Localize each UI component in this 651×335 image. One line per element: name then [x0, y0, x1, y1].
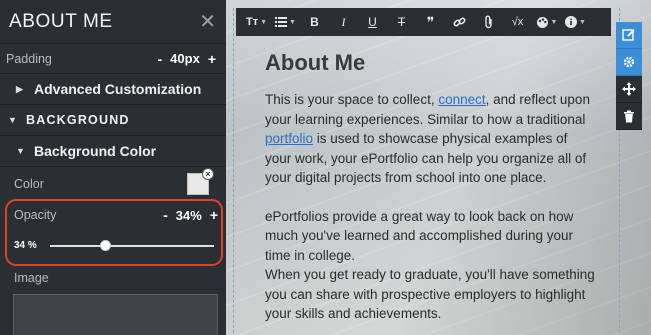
move-block-button[interactable] [616, 76, 642, 103]
edit-block-button[interactable] [616, 22, 642, 49]
underline-button[interactable]: U [358, 8, 387, 36]
bold-icon: B [310, 15, 319, 29]
chevron-down-icon: ▼ [260, 18, 268, 26]
panel-header: ABOUT ME ✕ [0, 0, 226, 44]
gear-icon [623, 56, 635, 68]
editor-canvas: Tт ▼ ▼ B I U T ❞ √x ▼ ▼ About Me This is … [226, 0, 651, 335]
underline-icon: U [368, 15, 377, 29]
paragraph-text: is used to showcase physical examples of… [265, 131, 587, 185]
info-icon [565, 16, 578, 28]
italic-icon: I [341, 14, 346, 29]
bold-button[interactable]: B [300, 8, 329, 36]
paragraph-reflection[interactable]: ePortfolios provide a great way to look … [265, 207, 595, 266]
color-label: Color [14, 177, 44, 191]
color-swatch[interactable]: × [187, 168, 214, 195]
formula-button[interactable]: √x [503, 8, 532, 36]
info-button[interactable]: ▼ [561, 8, 590, 36]
edit-icon [622, 29, 635, 41]
quote-icon: ❞ [426, 13, 435, 30]
image-dropzone[interactable] [13, 294, 218, 335]
chevron-down-icon: ▼ [579, 18, 586, 26]
opacity-decrease-button[interactable]: - [163, 207, 168, 223]
paragraph-text: This is your space to collect, [265, 92, 439, 107]
strikethrough-button[interactable]: T [387, 8, 416, 36]
opacity-row: Opacity - 34% + [14, 207, 218, 223]
list-button[interactable]: ▼ [271, 8, 300, 36]
strikethrough-icon: T [397, 15, 406, 29]
caret-right-icon: ▶ [16, 83, 23, 94]
text-size-button[interactable]: Tт ▼ [242, 8, 271, 36]
padding-increase-button[interactable]: + [208, 51, 216, 67]
opacity-slider-row: 34 % [14, 239, 214, 251]
paragraph-intro[interactable]: This is your space to collect, connect, … [265, 90, 595, 188]
text-block[interactable]: About Me This is your space to collect, … [265, 50, 595, 324]
clear-color-icon[interactable]: × [202, 168, 214, 180]
opacity-slider-label: 34 % [14, 240, 37, 251]
caret-down-icon: ▼ [16, 146, 25, 156]
delete-block-button[interactable] [616, 103, 642, 130]
trash-icon [624, 110, 634, 122]
background-color-section[interactable]: ▼ Background Color [0, 136, 226, 167]
opacity-slider[interactable] [50, 239, 214, 251]
padding-value[interactable]: 40px [170, 51, 200, 66]
background-section[interactable]: ▼ BACKGROUND [0, 105, 226, 136]
chevron-down-icon: ▼ [550, 18, 558, 26]
opacity-label: Opacity [14, 208, 57, 222]
paperclip-icon [484, 15, 492, 29]
quote-button[interactable]: ❞ [416, 8, 445, 36]
background-color-label: Background Color [34, 143, 157, 159]
padding-label: Padding [6, 51, 52, 66]
link-icon [453, 16, 466, 27]
panel-title: ABOUT ME [9, 10, 113, 32]
color-button[interactable]: ▼ [532, 8, 561, 36]
caret-down-icon: ▼ [8, 115, 19, 125]
content-heading[interactable]: About Me [265, 50, 595, 76]
padding-stepper: - 40px + [158, 51, 217, 67]
opacity-value[interactable]: 34% [176, 208, 202, 223]
advanced-customization-label: Advanced Customization [34, 81, 202, 97]
opacity-slider-thumb[interactable] [100, 239, 112, 251]
opacity-stepper: - 34% + [163, 207, 218, 223]
attachment-button[interactable] [474, 8, 503, 36]
image-label: Image [14, 271, 49, 285]
block-settings-button[interactable] [616, 49, 642, 76]
background-label: BACKGROUND [26, 113, 130, 127]
formula-icon: √x [511, 16, 524, 28]
italic-button[interactable]: I [329, 8, 358, 36]
block-tools [616, 22, 642, 130]
text-toolbar: Tт ▼ ▼ B I U T ❞ √x ▼ ▼ [236, 8, 611, 36]
link-button[interactable] [445, 8, 474, 36]
text-size-icon: Tт [245, 16, 259, 28]
palette-icon [536, 16, 548, 28]
opacity-increase-button[interactable]: + [210, 207, 218, 223]
connect-link[interactable]: connect [438, 92, 485, 107]
padding-decrease-button[interactable]: - [158, 51, 163, 67]
list-icon [275, 17, 288, 27]
paragraph-graduate[interactable]: When you get ready to graduate, you'll h… [265, 265, 595, 324]
chevron-down-icon: ▼ [289, 18, 296, 26]
close-icon[interactable]: ✕ [199, 12, 216, 32]
advanced-customization-section[interactable]: ▶ Advanced Customization [0, 74, 226, 105]
color-row: Color × [0, 167, 226, 201]
move-icon [622, 82, 636, 96]
portfolio-link[interactable]: portfolio [265, 131, 313, 146]
padding-row: Padding - 40px + [0, 44, 226, 74]
